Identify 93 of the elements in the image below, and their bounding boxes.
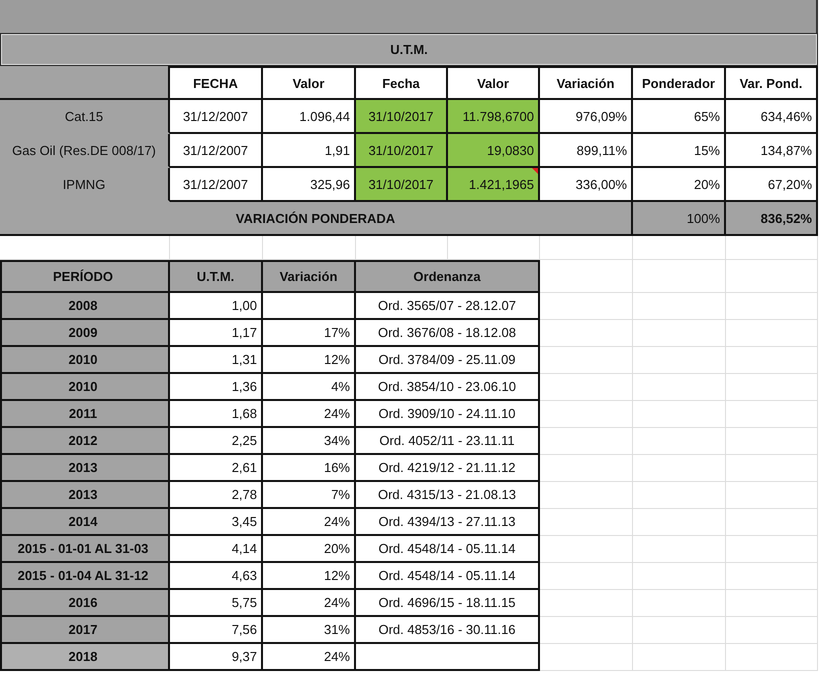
row-label: 2013	[0, 455, 170, 482]
column-header: U.T.M.	[170, 260, 263, 293]
row-label: 2018	[0, 644, 170, 671]
table-cell: Ord. 4315/13 - 21.08.13	[356, 482, 540, 509]
row-label: 2013	[0, 482, 170, 509]
table-cell: Ord. 4052/11 - 23.11.11	[356, 428, 540, 455]
table-cell: 24%	[263, 590, 356, 617]
table-cell: 1,68	[170, 401, 263, 428]
column-header: PERÍODO	[0, 260, 170, 293]
table-cell: 20%	[263, 536, 356, 563]
row-label: 2016	[0, 590, 170, 617]
table-cell: Ord. 4219/12 - 21.11.12	[356, 455, 540, 482]
table-cell: 12%	[263, 347, 356, 374]
table-cell: 5,75	[170, 590, 263, 617]
table-cell: 4,63	[170, 563, 263, 590]
table-cell: 9,37	[170, 644, 263, 671]
table-cell: 2,61	[170, 455, 263, 482]
total-label: VARIACIÓN PONDERADA	[0, 202, 633, 236]
table-cell: 34%	[263, 428, 356, 455]
table-cell: 24%	[263, 401, 356, 428]
table-cell: Ord. 4548/14 - 05.11.14	[356, 536, 540, 563]
table-cell: 1,17	[170, 320, 263, 347]
total-cell: 100%	[633, 202, 726, 236]
table-cell: 1.421,1965	[448, 168, 540, 202]
table-cell: 67,20%	[726, 168, 818, 202]
table-cell: Ord. 4548/14 - 05.11.14	[356, 563, 540, 590]
table-cell: 1,36	[170, 374, 263, 401]
row-label: 2009	[0, 320, 170, 347]
row-label: 2015 - 01-01 AL 31-03	[0, 536, 170, 563]
row-label: 2017	[0, 617, 170, 644]
table-cell: Ord. 3854/10 - 23.06.10	[356, 374, 540, 401]
table-cell: Ord. 4853/16 - 30.11.16	[356, 617, 540, 644]
table-cell: 976,09%	[540, 100, 633, 134]
table-cell: Ord. 3565/07 - 28.12.07	[356, 293, 540, 320]
row-label: 2012	[0, 428, 170, 455]
table-cell: 11.798,6700	[448, 100, 540, 134]
sheet-title: U.T.M.	[0, 33, 818, 66]
column-header: Var. Pond.	[726, 66, 818, 100]
table-cell: 16%	[263, 455, 356, 482]
table-cell: 31/12/2007	[170, 100, 263, 134]
column-header: FECHA	[170, 66, 263, 100]
table-cell: 24%	[263, 644, 356, 671]
table-cell: 1,00	[170, 293, 263, 320]
column-header: Valor	[263, 66, 356, 100]
table-cell: 1.096,44	[263, 100, 356, 134]
table-cell: 899,11%	[540, 134, 633, 168]
table-cell: 20%	[633, 168, 726, 202]
table-cell: Ord. 3909/10 - 24.11.10	[356, 401, 540, 428]
table-cell: 31/10/2017	[356, 100, 448, 134]
row-label: 2015 - 01-04 AL 31-12	[0, 563, 170, 590]
column-header: Fecha	[356, 66, 448, 100]
table-cell: 336,00%	[540, 168, 633, 202]
table-cell: 24%	[263, 509, 356, 536]
table-cell: 31%	[263, 617, 356, 644]
table-cell: 7%	[263, 482, 356, 509]
table-cell: 1,31	[170, 347, 263, 374]
table-cell: 2,25	[170, 428, 263, 455]
table-cell: 7,56	[170, 617, 263, 644]
table-cell: 134,87%	[726, 134, 818, 168]
column-header: Ponderador	[633, 66, 726, 100]
row-label: 2010	[0, 374, 170, 401]
row-label: Gas Oil (Res.DE 008/17)	[0, 134, 170, 168]
table-cell: 17%	[263, 320, 356, 347]
table-cell: 634,46%	[726, 100, 818, 134]
row-label: 2014	[0, 509, 170, 536]
table-cell: 1,91	[263, 134, 356, 168]
row-label: Cat.15	[0, 100, 170, 134]
column-header: Variación	[540, 66, 633, 100]
row-label: IPMNG	[0, 168, 170, 202]
row-label: 2010	[0, 347, 170, 374]
table-cell: 325,96	[263, 168, 356, 202]
table-cell: Ord. 3784/09 - 25.11.09	[356, 347, 540, 374]
table-cell: 19,0830	[448, 134, 540, 168]
table-cell: 15%	[633, 134, 726, 168]
column-header: Ordenanza	[356, 260, 540, 293]
table-cell: 2,78	[170, 482, 263, 509]
table-cell: Ord. 4394/13 - 27.11.13	[356, 509, 540, 536]
table-cell: 4,14	[170, 536, 263, 563]
column-header: Valor	[448, 66, 540, 100]
column-header: Variación	[263, 260, 356, 293]
table-cell: 31/12/2007	[170, 168, 263, 202]
table-cell: 65%	[633, 100, 726, 134]
table-cell: 31/12/2007	[170, 134, 263, 168]
table-cell: 3,45	[170, 509, 263, 536]
table-cell: 4%	[263, 374, 356, 401]
row-label: 2011	[0, 401, 170, 428]
total-cell: 836,52%	[726, 202, 818, 236]
table-cell: Ord. 3676/08 - 18.12.08	[356, 320, 540, 347]
row-label: 2008	[0, 293, 170, 320]
table-cell: 31/10/2017	[356, 168, 448, 202]
table-cell: Ord. 4696/15 - 18.11.15	[356, 590, 540, 617]
table-cell: 12%	[263, 563, 356, 590]
table-cell: 31/10/2017	[356, 134, 448, 168]
